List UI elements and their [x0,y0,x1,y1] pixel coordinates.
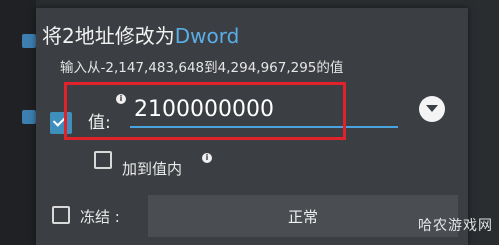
dialog-title: 将2地址修改为Dword [42,20,239,49]
edit-value-dialog: 将2地址修改为Dword 输入从-2,147,483,648到4,294,967… [36,8,468,245]
watermark: 哈农游戏网 [418,218,493,234]
chevron-down-icon[interactable] [419,96,445,122]
range-hint: 输入从-2,147,483,648到4,294,967,295的值 [60,60,344,76]
add-to-value-label: 加到值内 [122,160,183,178]
info-icon[interactable]: i [202,153,212,163]
add-to-value-checkbox[interactable] [94,151,112,169]
value-label: 值: [88,113,111,133]
freeze-mode-button[interactable]: 正常 [148,195,458,237]
background-checkbox [22,110,36,124]
value-input[interactable] [130,92,398,128]
info-icon[interactable]: i [116,94,126,104]
freeze-checkbox[interactable] [52,206,70,224]
freeze-label: 冻结 : [80,208,120,226]
value-checkbox[interactable] [50,112,72,134]
title-type: Dword [174,24,240,48]
title-prefix: 将2地址修改为 [42,24,175,48]
background-checkbox [22,34,36,48]
